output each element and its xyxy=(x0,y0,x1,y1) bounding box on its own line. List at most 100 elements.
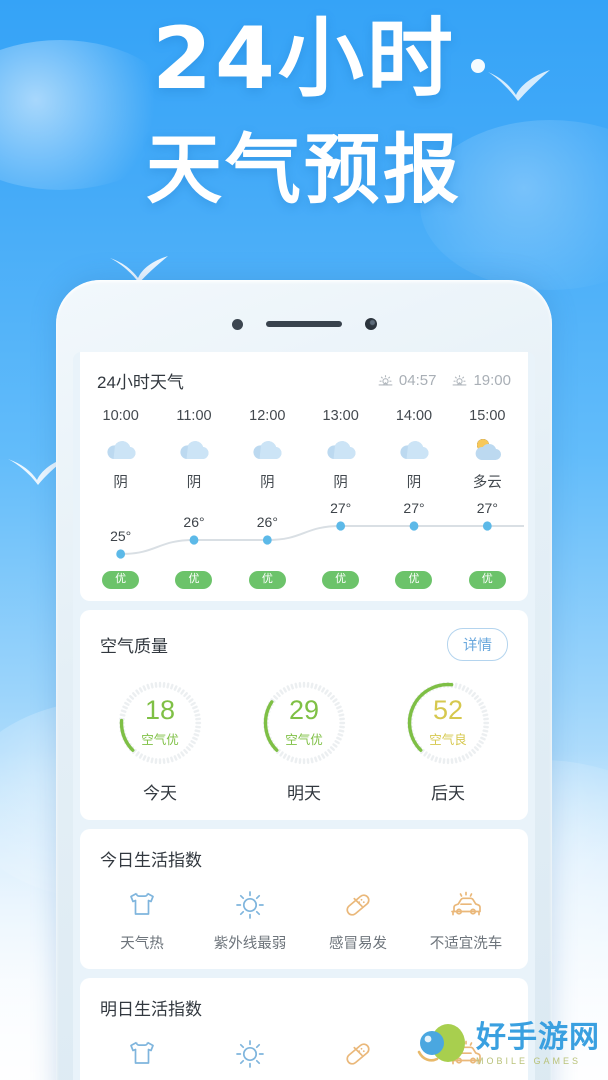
life-index-item[interactable]: 天气热 xyxy=(88,1034,196,1080)
aqi-label: 空气优 xyxy=(141,733,179,748)
life-index-item[interactable]: 不适宜洗车 xyxy=(412,885,520,953)
hour-description: 多云 xyxy=(472,475,502,491)
phone-notch xyxy=(56,316,552,332)
sunset-info: 19:00 xyxy=(451,372,511,389)
temperature-point xyxy=(189,535,199,545)
cloud-icon xyxy=(231,433,304,467)
hourly-desc-cell: 多云 xyxy=(451,467,524,492)
sun-icon xyxy=(236,890,264,919)
cloud-icon xyxy=(377,433,450,467)
air-quality-header: 空气质量 详情 xyxy=(80,610,528,663)
hourly-cell[interactable]: 14:00 xyxy=(377,406,450,424)
tshirt-icon xyxy=(125,1034,159,1074)
aqi-day-name: 后天 xyxy=(431,783,465,803)
headline-line-2: 天气预报 xyxy=(146,125,462,215)
life-index-item[interactable]: 紫外线最弱 xyxy=(196,1034,304,1080)
hourly-icons-row xyxy=(84,424,524,467)
car-icon xyxy=(448,885,484,925)
hourly-card-title: 24小时天气 xyxy=(97,373,184,392)
hourly-icon-cell xyxy=(377,424,450,467)
air-quality-detail-button[interactable]: 详情 xyxy=(447,627,508,661)
watermark: 好手游网 MOBILE GAMES xyxy=(415,1022,600,1066)
hourly-badge-cell: 优 xyxy=(304,571,377,589)
hourly-cell[interactable]: 15:00 xyxy=(451,406,524,424)
hourly-badge-cell: 优 xyxy=(157,571,230,589)
hour-time: 12:00 xyxy=(249,408,286,424)
air-quality-day[interactable]: 29 空气优 明天 xyxy=(232,675,376,804)
temperature-chart: 25° 26° 26° 27° 27° 27° xyxy=(84,500,524,566)
hour-aqi-badge: 优 xyxy=(175,571,213,589)
temperature-label: 27° xyxy=(476,500,498,516)
proximity-sensor-icon xyxy=(231,318,243,330)
tshirt-icon xyxy=(130,1041,154,1064)
hourly-weather-card: 24小时天气 04:57 19:00 10:00 11:00 12:00 13:… xyxy=(80,352,528,601)
aqi-day-name: 明天 xyxy=(287,783,321,803)
hourly-cell[interactable]: 13:00 xyxy=(304,406,377,424)
life-index-item[interactable]: 感冒易发 xyxy=(304,885,412,953)
hour-aqi-badge: 优 xyxy=(468,571,506,589)
air-quality-day[interactable]: 52 空气良 后天 xyxy=(376,675,520,804)
life-index-item[interactable]: 天气热 xyxy=(88,885,196,953)
aqi-label: 空气良 xyxy=(429,733,467,748)
sunrise-info: 04:57 xyxy=(377,372,437,389)
life-index-item[interactable]: 感冒易发 xyxy=(304,1034,412,1080)
aqi-value: 52 xyxy=(432,695,464,726)
aqi-day-name: 今天 xyxy=(143,783,177,803)
hourly-cell[interactable]: 10:00 xyxy=(84,406,157,424)
sunset-icon xyxy=(453,375,467,386)
today-life-index-items: 天气热 紫外线最弱 感冒易发 不适宜洗车 xyxy=(80,871,528,969)
aqi-value: 29 xyxy=(288,695,320,726)
hour-aqi-badge: 优 xyxy=(248,571,286,589)
life-index-item[interactable]: 紫外线最弱 xyxy=(196,885,304,953)
cloud-icon xyxy=(400,441,429,459)
hourly-desc-cell: 阴 xyxy=(231,467,304,492)
aqi-gauge: 29 空气优 xyxy=(256,675,352,771)
hourly-desc-row: 阴 阴 阴 阴 阴 多云 xyxy=(84,467,524,492)
hourly-icon-cell xyxy=(157,424,230,467)
air-quality-card: 空气质量 详情 18 空气优 今天 29 空气优 明天 52 空气良 后天 xyxy=(80,609,528,820)
hour-time: 15:00 xyxy=(469,408,506,424)
life-index-label: 不适宜洗车 xyxy=(429,935,503,952)
hour-description: 阴 xyxy=(333,475,348,491)
air-quality-gauges: 18 空气优 今天 29 空气优 明天 52 空气良 后天 xyxy=(80,663,528,820)
hourly-icon-cell xyxy=(304,424,377,467)
hourly-forecast: 10:00 11:00 12:00 13:00 14:00 15:00 阴 阴 … xyxy=(80,406,528,601)
life-index-label: 感冒易发 xyxy=(329,935,387,952)
cloud-icon xyxy=(180,441,209,459)
hour-description: 阴 xyxy=(186,475,202,491)
hour-description: 阴 xyxy=(113,475,128,491)
air-quality-title: 空气质量 xyxy=(100,636,168,656)
temperature-point xyxy=(482,521,492,531)
watermark-text: 好手游网 xyxy=(476,1020,600,1054)
hour-description: 阴 xyxy=(406,475,422,491)
hourly-cell[interactable]: 12:00 xyxy=(231,406,304,424)
sunrise-time: 04:57 xyxy=(398,372,437,389)
sun-cloud-icon xyxy=(475,439,502,460)
sun-icon xyxy=(233,1034,267,1074)
sunrise-icon xyxy=(378,375,393,386)
hourly-icon-cell xyxy=(231,424,304,467)
pill-icon xyxy=(341,1034,375,1074)
hourly-desc-cell: 阴 xyxy=(377,467,450,492)
temperature-label: 27° xyxy=(403,500,425,516)
cloud-icon xyxy=(253,441,282,459)
air-quality-day[interactable]: 18 空气优 今天 xyxy=(88,675,232,804)
hourly-desc-cell: 阴 xyxy=(304,467,377,492)
hourly-aqi-badges: 优 优 优 优 优 优 xyxy=(84,571,524,589)
pill-icon xyxy=(346,894,370,916)
phone-screen: 24小时天气 04:57 19:00 10:00 11:00 12:00 13:… xyxy=(73,352,535,1080)
cloud-icon xyxy=(84,433,157,467)
watermark-subtext: MOBILE GAMES xyxy=(476,1055,582,1066)
hour-aqi-badge: 优 xyxy=(102,571,140,589)
headline: 24小时 天气预报 xyxy=(0,14,608,210)
tomorrow-life-index-title: 明日生活指数 xyxy=(100,999,202,1019)
aqi-gauge: 52 空气良 xyxy=(400,675,496,771)
hourly-badge-cell: 优 xyxy=(377,571,450,589)
watermark-logo-icon xyxy=(417,1024,465,1062)
hourly-cell[interactable]: 11:00 xyxy=(157,406,230,424)
hourly-badge-cell: 优 xyxy=(231,571,304,589)
temperature-point xyxy=(336,521,346,531)
front-camera-icon xyxy=(364,318,377,330)
cloud-icon xyxy=(327,441,356,459)
life-index-label: 紫外线最弱 xyxy=(213,935,287,952)
